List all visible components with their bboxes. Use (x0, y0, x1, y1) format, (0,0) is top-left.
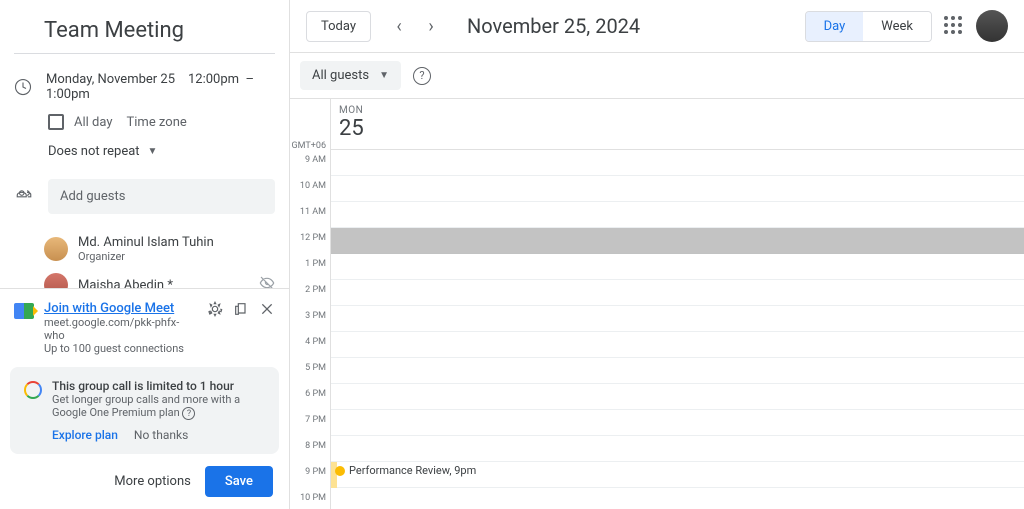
timezone-link[interactable]: Time zone (127, 115, 187, 130)
topbar: Today ‹ › November 25, 2024 Day Week (290, 0, 1024, 53)
avatar (44, 237, 68, 261)
save-button[interactable]: Save (205, 466, 273, 497)
gear-icon[interactable] (207, 301, 223, 321)
apps-icon[interactable] (944, 16, 964, 36)
event-sidebar: Team Meeting Monday, November 25 12:00pm… (0, 0, 290, 509)
help-icon[interactable]: ? (182, 407, 195, 420)
new-event-slot[interactable] (331, 228, 1024, 254)
add-guests-input[interactable]: Add guests (48, 179, 275, 214)
repeat-dropdown[interactable]: Does not repeat ▼ (14, 136, 275, 173)
chevron-down-icon: ▼ (148, 146, 158, 157)
meet-url: meet.google.com/pkk-phfx-who (44, 316, 197, 342)
copy-icon[interactable] (233, 301, 249, 321)
eye-off-icon (259, 275, 275, 288)
timezone-label: GMT+06 (290, 99, 326, 155)
calendar-main: Today ‹ › November 25, 2024 Day Week All… (290, 0, 1024, 509)
time-row[interactable]: Monday, November 25 12:00pm – 1:00pm (14, 66, 275, 108)
event-dot-icon (335, 466, 345, 476)
guest-item[interactable]: Md. Aminul Islam Tuhin Organizer (14, 230, 275, 268)
guest-item[interactable]: Maisha Abedin * (14, 268, 275, 288)
close-icon[interactable] (259, 301, 275, 321)
explore-plan-link[interactable]: Explore plan (52, 428, 118, 442)
calendar-grid: GMT+06 9 AM 10 AM 11 AM 12 PM 1 PM 2 PM … (290, 99, 1024, 509)
chevron-down-icon: ▼ (379, 70, 389, 81)
event-title-input[interactable]: Team Meeting (14, 0, 275, 54)
google-meet-icon (14, 303, 34, 319)
current-date-title: November 25, 2024 (467, 14, 640, 38)
allday-checkbox[interactable] (48, 114, 64, 130)
meet-section: Join with Google Meet meet.google.com/pk… (0, 288, 289, 367)
existing-event[interactable]: Performance Review, 9pm (335, 464, 476, 477)
more-options-button[interactable]: More options (114, 474, 191, 489)
day-header: MON 25 (331, 99, 1024, 150)
join-meet-link[interactable]: Join with Google Meet (44, 301, 197, 316)
today-button[interactable]: Today (306, 11, 371, 42)
event-start[interactable]: 12:00pm (188, 72, 239, 87)
view-toggle: Day Week (805, 11, 932, 42)
google-one-icon (24, 381, 42, 399)
clock-icon (14, 78, 32, 96)
help-icon[interactable]: ? (413, 67, 431, 85)
next-arrow[interactable]: › (417, 12, 445, 40)
event-date[interactable]: Monday, November 25 (46, 72, 175, 87)
view-week-button[interactable]: Week (863, 12, 931, 41)
upsell-banner: This group call is limited to 1 hour Get… (10, 367, 279, 454)
all-guests-dropdown[interactable]: All guests ▼ (300, 61, 401, 90)
prev-arrow[interactable]: ‹ (385, 12, 413, 40)
day-column[interactable]: MON 25 Performanc (330, 99, 1024, 509)
avatar (44, 273, 68, 288)
allday-label: All day (74, 115, 113, 130)
filter-bar: All guests ▼ ? (290, 53, 1024, 99)
people-icon (14, 179, 34, 205)
meet-limit: Up to 100 guest connections (44, 342, 197, 355)
time-column: GMT+06 9 AM 10 AM 11 AM 12 PM 1 PM 2 PM … (290, 99, 330, 509)
no-thanks-link[interactable]: No thanks (134, 428, 188, 442)
view-day-button[interactable]: Day (806, 12, 864, 41)
event-end[interactable]: 1:00pm (46, 87, 90, 102)
profile-avatar[interactable] (976, 10, 1008, 42)
